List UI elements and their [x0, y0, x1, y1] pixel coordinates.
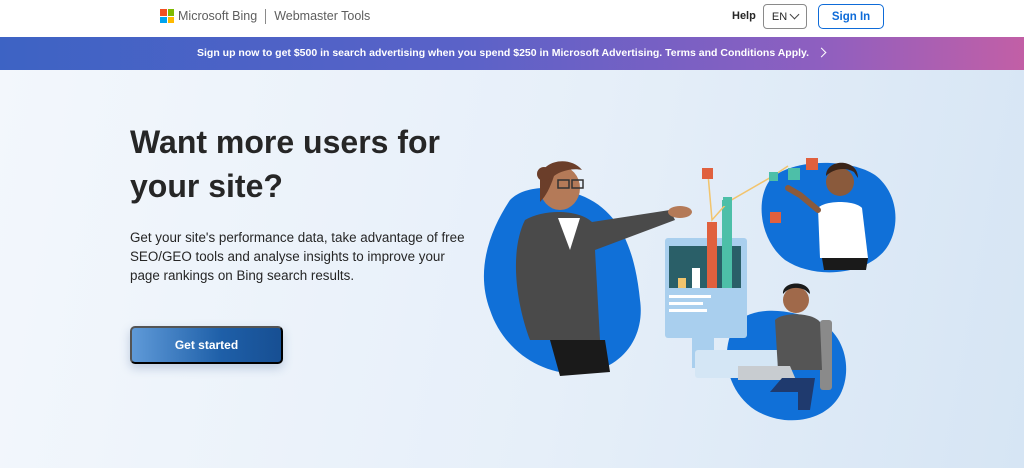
top-header: Microsoft Bing Webmaster Tools Help EN S…	[0, 0, 1024, 37]
hero-title: Want more users for your site?	[130, 124, 440, 204]
product-name: Webmaster Tools	[274, 9, 371, 23]
chevron-down-icon	[789, 9, 800, 20]
chevron-right-icon[interactable]	[816, 47, 827, 58]
promo-banner[interactable]: Sign up now to get $500 in search advert…	[0, 37, 1024, 70]
get-started-button[interactable]: Get started	[130, 326, 283, 364]
bing-webmaster-logo[interactable]: Microsoft Bing Webmaster Tools	[160, 8, 370, 24]
brand-divider	[265, 8, 267, 24]
promo-text: Sign up now to get $500 in search advert…	[197, 47, 810, 59]
hero-description: Get your site's performance data, take a…	[130, 230, 465, 283]
sign-in-button[interactable]: Sign In	[818, 4, 884, 29]
hero-illustration	[483, 158, 896, 421]
language-value: EN	[771, 10, 788, 23]
microsoft-logo-icon	[160, 9, 174, 23]
language-selector[interactable]: EN	[763, 4, 807, 29]
help-link[interactable]: Help	[732, 10, 756, 22]
brand-name: Microsoft Bing	[178, 9, 258, 23]
